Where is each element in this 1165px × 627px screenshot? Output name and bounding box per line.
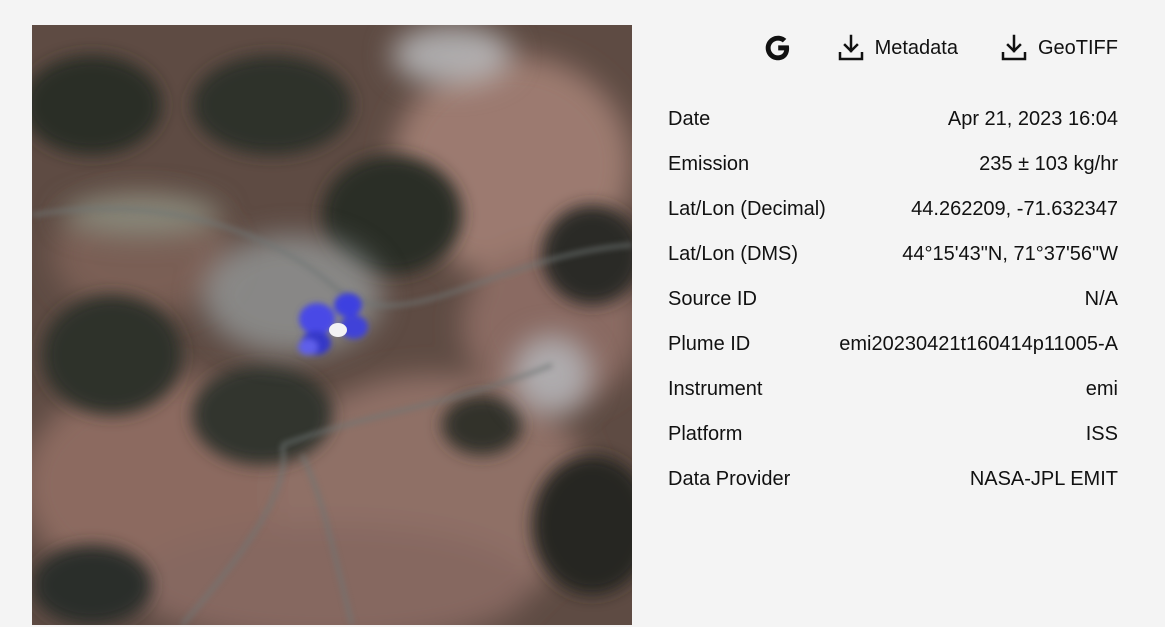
detail-row-date: Date Apr 21, 2023 16:04 <box>668 97 1118 142</box>
detail-label: Lat/Lon (Decimal) <box>668 198 826 220</box>
detail-label: Emission <box>668 153 750 175</box>
detail-label: Date <box>668 108 711 130</box>
geotiff-label: GeoTIFF <box>1037 36 1118 59</box>
detail-label: Plume ID <box>668 333 751 355</box>
metadata-label: Metadata <box>874 36 958 59</box>
detail-row-platform: Platform ISS <box>668 412 1118 457</box>
google-g-icon[interactable] <box>761 31 795 65</box>
detail-value: 44.262209, -71.632347 <box>911 198 1118 220</box>
detail-label: Instrument <box>668 378 763 400</box>
detail-value: 44°15'43"N, 71°37'56"W <box>902 243 1118 265</box>
download-icon <box>998 32 1030 64</box>
detail-label: Source ID <box>668 288 757 310</box>
detail-row-data-provider: Data Provider NASA-JPL EMIT <box>668 457 1118 502</box>
detail-value: ISS <box>1085 423 1118 445</box>
detail-value: NASA-JPL EMIT <box>969 468 1118 490</box>
detail-row-plume-id: Plume ID emi20230421t160414p11005-A <box>668 322 1118 367</box>
metadata-download-button[interactable]: Metadata <box>835 32 958 64</box>
detail-label: Lat/Lon (DMS) <box>668 243 799 265</box>
detail-label: Data Provider <box>668 468 791 490</box>
detail-value: N/A <box>1084 288 1118 310</box>
download-icon <box>835 32 867 64</box>
detail-row-emission: Emission 235 ± 103 kg/hr <box>668 142 1118 187</box>
detail-value: emi <box>1085 378 1118 400</box>
detail-label: Platform <box>668 423 743 445</box>
geotiff-download-button[interactable]: GeoTIFF <box>998 32 1118 64</box>
plume-details-table: Date Apr 21, 2023 16:04 Emission 235 ± 1… <box>668 97 1118 502</box>
detail-value: 235 ± 103 kg/hr <box>979 153 1118 175</box>
detail-row-latlon-decimal: Lat/Lon (Decimal) 44.262209, -71.632347 <box>668 187 1118 232</box>
detail-row-source-id: Source ID N/A <box>668 277 1118 322</box>
download-toolbar: Metadata GeoTIFF <box>761 30 1118 66</box>
detail-row-instrument: Instrument emi <box>668 367 1118 412</box>
detail-row-latlon-dms: Lat/Lon (DMS) 44°15'43"N, 71°37'56"W <box>668 232 1118 277</box>
detail-value: emi20230421t160414p11005-A <box>839 333 1118 355</box>
plume-satellite-image <box>32 25 632 625</box>
detail-value: Apr 21, 2023 16:04 <box>947 108 1118 130</box>
